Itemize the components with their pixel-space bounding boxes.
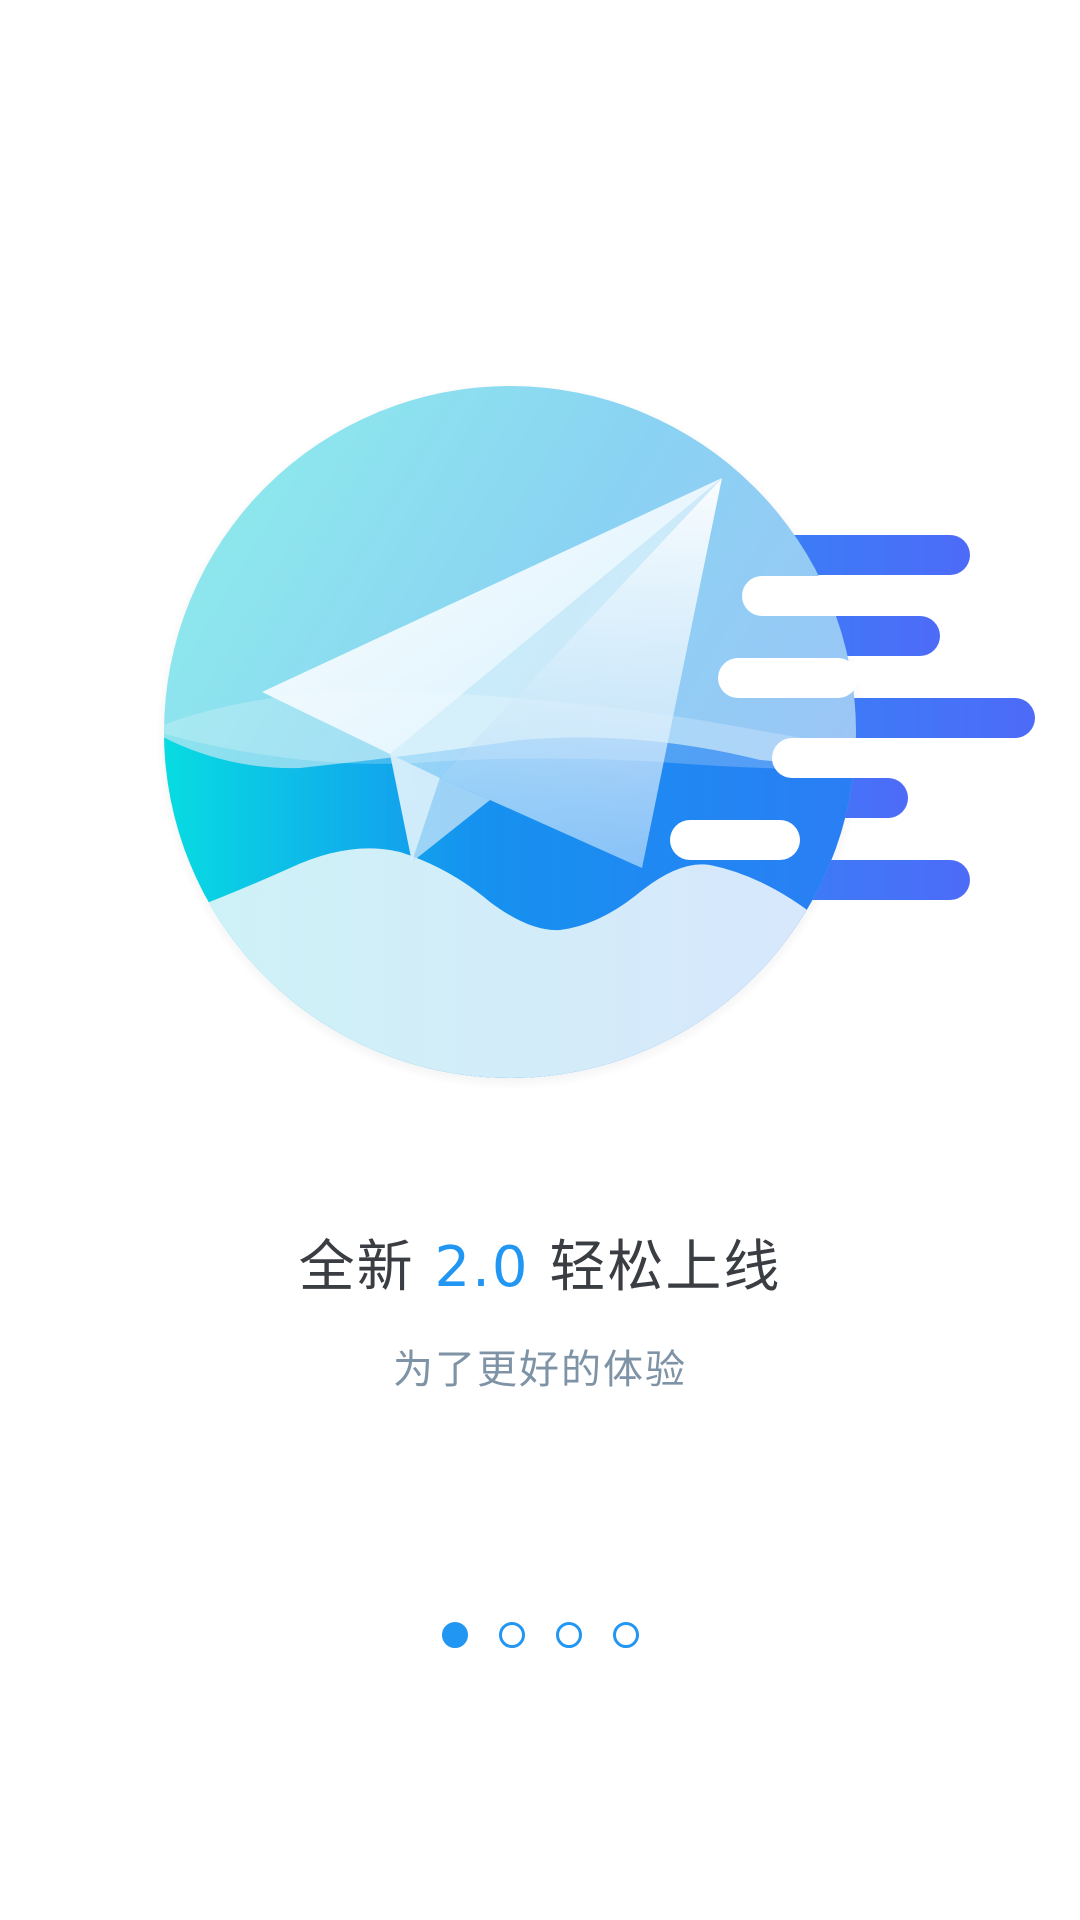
page-indicator <box>0 1622 1080 1650</box>
page-dot-4[interactable] <box>612 1622 639 1648</box>
page-dot-2[interactable] <box>498 1622 525 1648</box>
headline-prefix: 全新 <box>298 1235 435 1300</box>
page-dot-1[interactable] <box>441 1622 468 1648</box>
subtitle: 为了更好的体验 <box>393 1347 687 1393</box>
hero-illustration <box>0 300 1080 1200</box>
headline-suffix: 轻松上线 <box>529 1235 782 1300</box>
headline: 全新 2.0 轻松上线 <box>0 1228 1080 1308</box>
page-dot-3[interactable] <box>555 1622 582 1648</box>
headline-version: 2.0 <box>434 1235 530 1300</box>
paper-plane-illustration <box>156 382 1035 1090</box>
